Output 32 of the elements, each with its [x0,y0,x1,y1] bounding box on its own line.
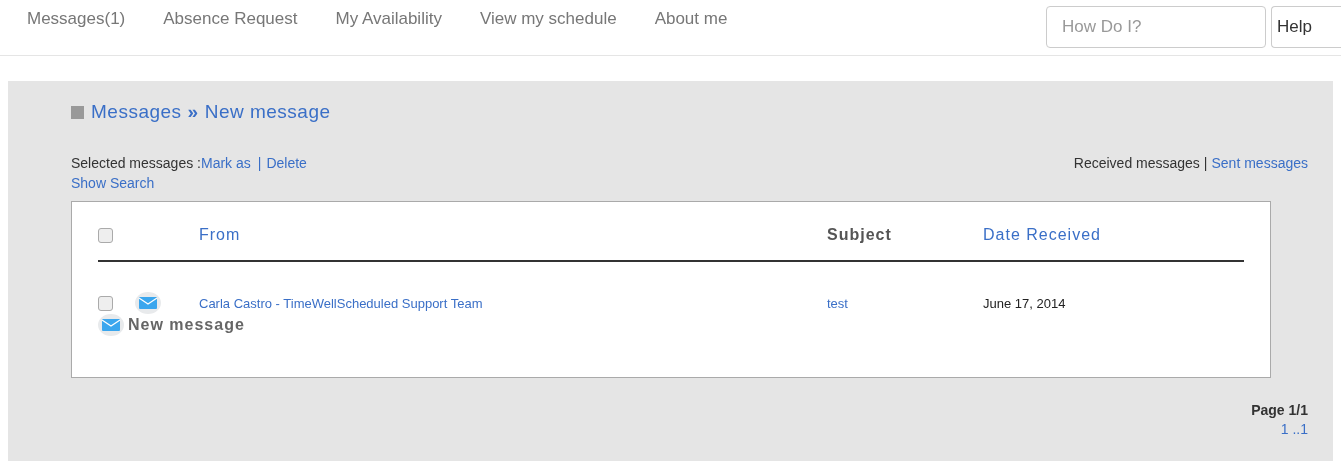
breadcrumb-separator: » [187,101,199,123]
search-field[interactable]: How Do I? [1046,6,1266,48]
sent-messages-link[interactable]: Sent messages [1211,155,1308,191]
envelope-icon [98,314,124,336]
sender-link[interactable]: Carla Castro - TimeWellScheduled Support Team [199,295,827,311]
action-link[interactable]: Delete [266,155,307,171]
column-header[interactable]: From [199,226,827,244]
column-header: Subject [827,226,893,244]
select-all-checkbox[interactable] [98,227,113,243]
breadcrumb-link[interactable]: New message [204,101,331,123]
page-link[interactable]: 1 ..1 [1280,421,1308,437]
new-message-link[interactable]: New message [128,316,245,334]
nav-link[interactable]: My Availability [335,9,442,29]
row-checkbox[interactable] [98,295,113,311]
received-messages-label: Received messages [1073,155,1200,173]
nav-link[interactable]: About me [654,9,728,29]
nav-link[interactable]: View my schedule [479,9,617,29]
separator: | [257,155,262,171]
column-header[interactable]: Date Received [983,226,1244,244]
nav-link[interactable]: Absence Request [163,9,298,29]
subject-link[interactable]: test [827,295,983,311]
breadcrumb-link[interactable]: Messages [91,101,182,123]
envelope-icon [135,292,161,314]
action-link[interactable]: Mark as [200,155,251,171]
square-icon [71,105,84,119]
nav-link[interactable]: Messages(1) [27,9,126,29]
help-button[interactable]: Help [1271,6,1341,48]
show-search-link[interactable]: Show Search [71,175,307,191]
page-indicator: Page 1/1 [1251,402,1308,418]
separator: | [1203,155,1208,173]
date-cell-text: June 17, 2014 [983,295,1067,311]
selected-messages-label: Selected messages : [71,155,201,171]
